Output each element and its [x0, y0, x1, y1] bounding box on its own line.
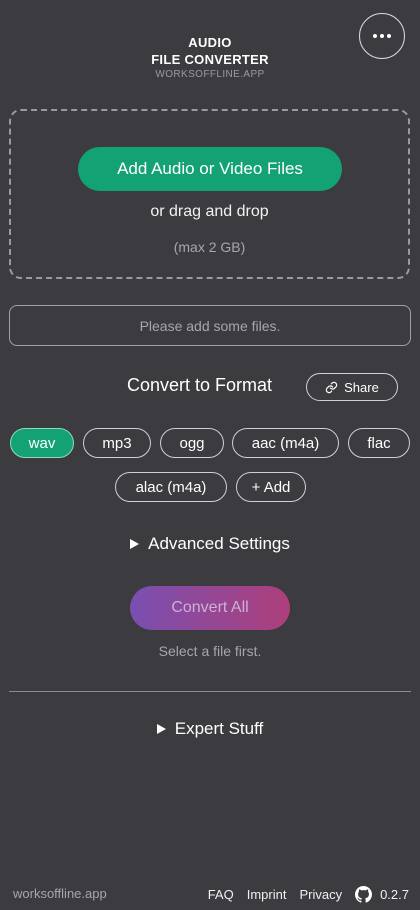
share-label: Share — [344, 379, 379, 395]
add-files-button[interactable]: Add Audio or Video Files — [78, 147, 342, 191]
add-format-button[interactable]: + Add — [236, 472, 306, 502]
footer: worksoffline.app FAQ Imprint Privacy 0.2… — [0, 886, 420, 906]
github-link[interactable]: 0.2.7 — [355, 886, 409, 903]
triangle-right-icon — [130, 539, 140, 549]
format-chip-wav[interactable]: wav — [10, 428, 74, 458]
advanced-settings-label: Advanced Settings — [148, 534, 290, 553]
app-title: AUDIO FILE CONVERTER WORKSOFFLINE.APP — [0, 34, 420, 80]
title-line-2: FILE CONVERTER — [151, 52, 269, 67]
privacy-link[interactable]: Privacy — [299, 887, 342, 902]
header: AUDIO FILE CONVERTER WORKSOFFLINE.APP — [0, 0, 420, 90]
format-chip-ogg[interactable]: ogg — [160, 428, 224, 458]
version-label: 0.2.7 — [380, 887, 409, 902]
more-dots-icon — [373, 34, 391, 38]
footer-brand-link[interactable]: worksoffline.app — [13, 886, 107, 901]
format-chip-flac[interactable]: flac — [348, 428, 410, 458]
faq-link[interactable]: FAQ — [208, 887, 234, 902]
title-line-1: AUDIO — [188, 35, 232, 50]
convert-hint: Select a file first. — [158, 643, 262, 659]
divider — [9, 691, 411, 692]
drag-drop-text: or drag and drop — [150, 203, 269, 220]
imprint-link[interactable]: Imprint — [247, 887, 287, 902]
file-dropzone[interactable]: Add Audio or Video Files or drag and dro… — [9, 109, 410, 279]
menu-button[interactable] — [359, 13, 405, 59]
expert-stuff-toggle[interactable]: Expert Stuff — [0, 719, 420, 739]
github-icon — [355, 886, 373, 903]
format-chip-aac[interactable]: aac (m4a) — [232, 428, 339, 458]
format-chip-mp3[interactable]: mp3 — [83, 428, 151, 458]
convert-all-button[interactable]: Convert All — [130, 586, 290, 630]
footer-links: FAQ Imprint Privacy 0.2.7 — [208, 886, 409, 903]
link-icon — [325, 381, 338, 393]
format-chip-alac[interactable]: alac (m4a) — [115, 472, 227, 502]
format-heading: Convert to Format — [127, 375, 273, 395]
share-button[interactable]: Share — [306, 373, 398, 401]
triangle-right-icon — [156, 724, 166, 734]
status-message: Please add some files. — [9, 305, 411, 346]
expert-stuff-label: Expert Stuff — [174, 719, 264, 738]
advanced-settings-toggle[interactable]: Advanced Settings — [0, 534, 420, 554]
max-size-text: (max 2 GB) — [173, 239, 246, 255]
app-subtitle: WORKSOFFLINE.APP — [155, 69, 265, 80]
